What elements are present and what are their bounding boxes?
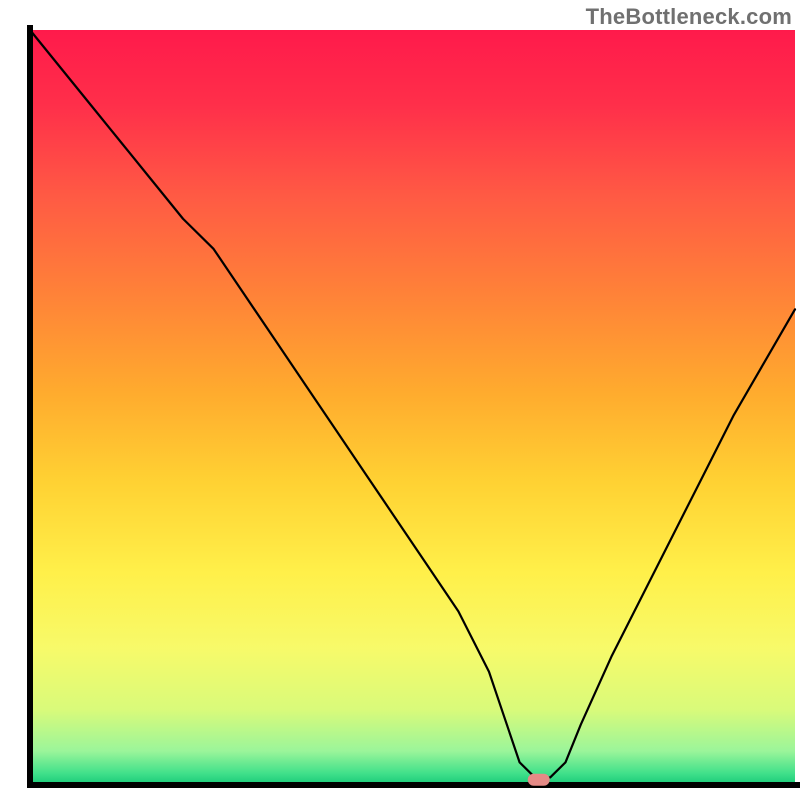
gradient-background bbox=[30, 30, 795, 785]
optimal-marker bbox=[528, 774, 550, 786]
bottleneck-chart bbox=[0, 0, 800, 800]
chart-container: TheBottleneck.com bbox=[0, 0, 800, 800]
watermark-text: TheBottleneck.com bbox=[586, 4, 792, 30]
